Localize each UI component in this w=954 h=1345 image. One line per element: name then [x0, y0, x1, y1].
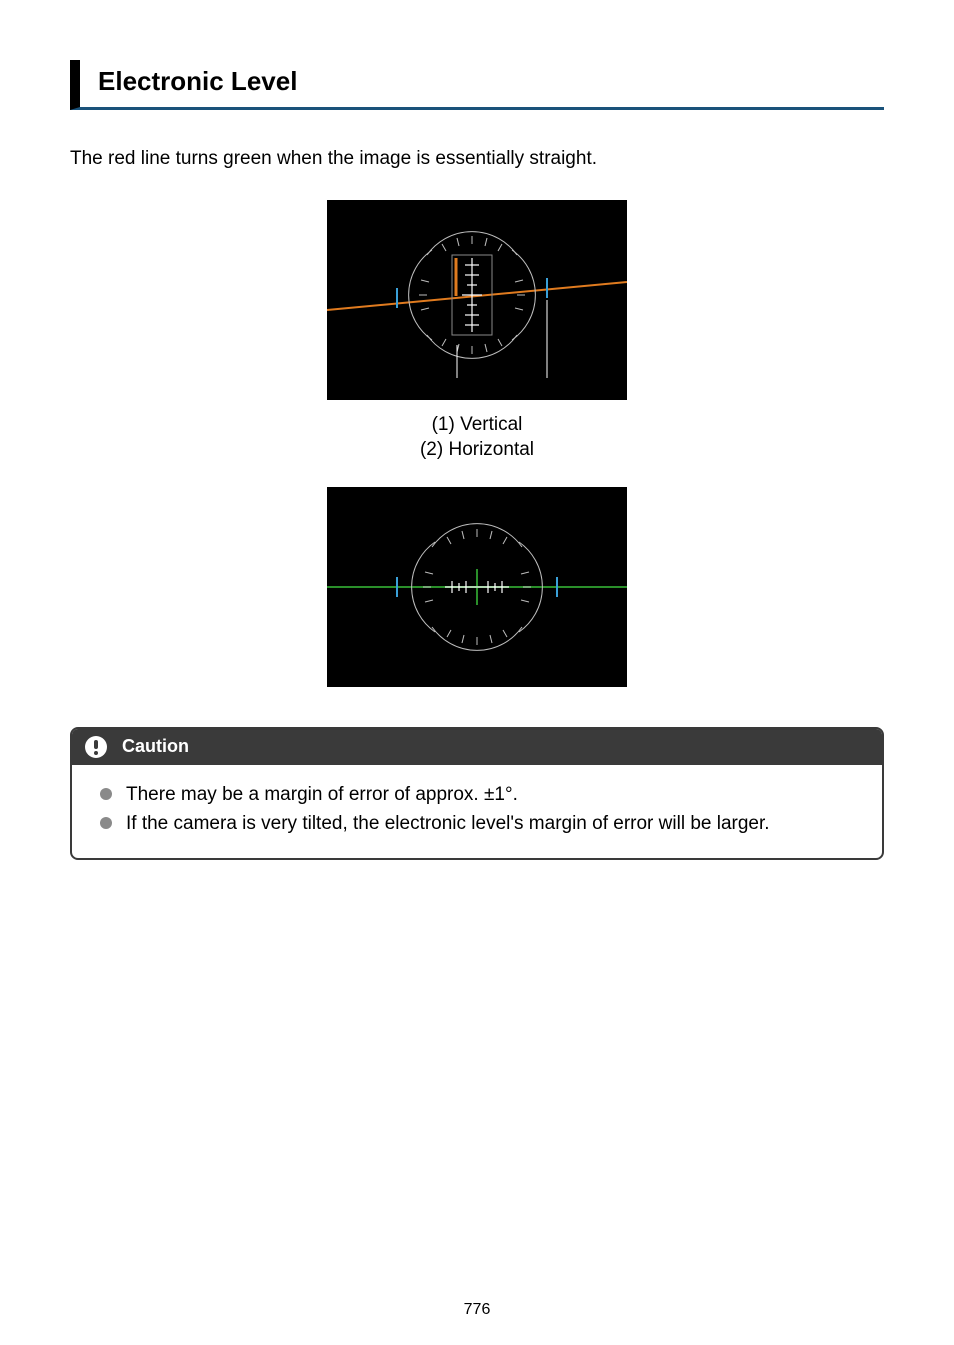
- caution-item: There may be a margin of error of approx…: [96, 781, 858, 809]
- caution-title: Caution: [122, 736, 189, 757]
- caution-item: If the camera is very tilted, the electr…: [96, 810, 858, 838]
- legend-line-2: (2) Horizontal: [70, 437, 884, 463]
- page-number: 776: [0, 1301, 954, 1319]
- screen-tilted: (1) (2): [327, 200, 627, 400]
- legend-line-1: (1) Vertical: [70, 412, 884, 438]
- section-heading: Electronic Level: [98, 66, 884, 97]
- figure-legend: (1) Vertical (2) Horizontal: [70, 412, 884, 463]
- caution-box: Caution There may be a margin of error o…: [70, 727, 884, 860]
- level-gauge-tilted-svg: [327, 200, 627, 400]
- caution-header: Caution: [72, 729, 882, 765]
- section-heading-block: Electronic Level: [70, 60, 884, 110]
- level-gauge-level-svg: [327, 487, 627, 687]
- caution-body: There may be a margin of error of approx…: [72, 765, 882, 858]
- figure-tilted: (1) (2): [70, 200, 884, 400]
- intro-text: The red line turns green when the image …: [70, 146, 884, 172]
- figure-level: [70, 487, 884, 687]
- screen-level: [327, 487, 627, 687]
- caution-icon: [84, 735, 108, 759]
